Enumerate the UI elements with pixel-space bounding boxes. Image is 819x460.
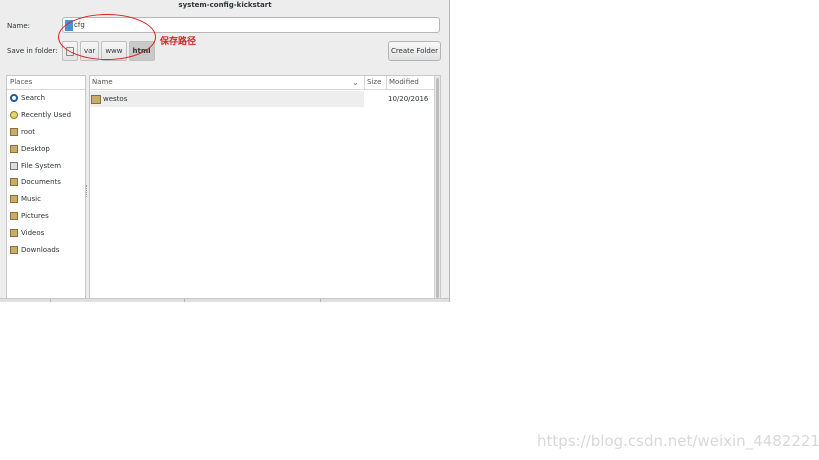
place-item-label: Pictures bbox=[21, 211, 49, 220]
column-header-name[interactable]: Name bbox=[90, 76, 364, 89]
file-list-scrollbar[interactable] bbox=[434, 76, 440, 301]
folder-icon bbox=[10, 127, 18, 136]
place-item-file-system[interactable]: File System bbox=[7, 157, 85, 174]
file-list-header: Name ⌄ Size Modified bbox=[90, 76, 436, 90]
folder-icon bbox=[10, 228, 18, 237]
folder-icon bbox=[91, 94, 101, 104]
place-item-music[interactable]: Music bbox=[7, 191, 85, 208]
strip-divider bbox=[50, 299, 51, 302]
strip-divider bbox=[184, 299, 185, 302]
bottom-status-strip bbox=[0, 298, 449, 302]
folder-icon bbox=[10, 144, 18, 153]
place-item-label: Videos bbox=[21, 228, 45, 237]
folder-icon bbox=[10, 245, 18, 254]
folder-icon bbox=[10, 195, 18, 204]
places-header: Places bbox=[7, 76, 85, 90]
place-item-label: Downloads bbox=[21, 245, 60, 254]
chevron-down-icon: ⌄ bbox=[352, 78, 359, 87]
watermark-text: https://blog.csdn.net/weixin_44822212 bbox=[537, 432, 819, 450]
recent-icon bbox=[10, 111, 18, 120]
place-item-videos[interactable]: Videos bbox=[7, 224, 85, 241]
place-item-label: Recently Used bbox=[21, 111, 72, 120]
place-item-downloads[interactable]: Downloads bbox=[7, 241, 85, 258]
window-title: system-config-kickstart bbox=[178, 1, 272, 9]
place-item-label: root bbox=[21, 127, 36, 136]
name-label: Name: bbox=[7, 22, 31, 30]
scrollbar-thumb[interactable] bbox=[436, 78, 439, 298]
file-row[interactable]: westos 10/20/2016 bbox=[90, 91, 436, 107]
save-in-folder-label: Save in folder: bbox=[7, 47, 58, 55]
search-icon bbox=[10, 94, 18, 103]
file-name: westos bbox=[103, 95, 128, 103]
place-item-documents[interactable]: Documents bbox=[7, 174, 85, 191]
strip-divider bbox=[320, 299, 321, 302]
create-folder-button[interactable]: Create Folder bbox=[388, 41, 441, 61]
file-chooser-window: system-config-kickstart Name: cfg Save i… bbox=[0, 0, 450, 302]
place-item-label: Music bbox=[21, 195, 41, 204]
places-panel: Places Search Recently Used root Desktop… bbox=[6, 75, 86, 302]
place-item-label: Desktop bbox=[21, 144, 50, 153]
folder-icon bbox=[10, 178, 18, 187]
annotation-text: 保存路径 bbox=[160, 37, 197, 47]
place-item-label: Search bbox=[21, 94, 46, 103]
file-list: Name ⌄ Size Modified westos 10/20/2016 bbox=[89, 75, 441, 302]
column-header-size[interactable]: Size bbox=[364, 76, 386, 89]
place-item-desktop[interactable]: Desktop bbox=[7, 140, 85, 157]
place-item-root[interactable]: root bbox=[7, 124, 85, 141]
place-item-search[interactable]: Search bbox=[7, 90, 85, 107]
file-row-name-cell: westos bbox=[90, 91, 364, 107]
place-item-recently-used[interactable]: Recently Used bbox=[7, 107, 85, 124]
annotation-ellipse bbox=[58, 14, 156, 60]
column-header-modified[interactable]: Modified bbox=[386, 76, 436, 89]
pane-splitter[interactable] bbox=[86, 75, 88, 302]
drive-icon bbox=[10, 161, 18, 170]
place-item-label: Documents bbox=[21, 178, 61, 187]
folder-icon bbox=[10, 211, 18, 220]
file-modified: 10/20/2016 bbox=[388, 95, 429, 103]
place-item-pictures[interactable]: Pictures bbox=[7, 208, 85, 225]
splitter-grip bbox=[86, 185, 88, 197]
place-item-label: File System bbox=[21, 161, 62, 170]
